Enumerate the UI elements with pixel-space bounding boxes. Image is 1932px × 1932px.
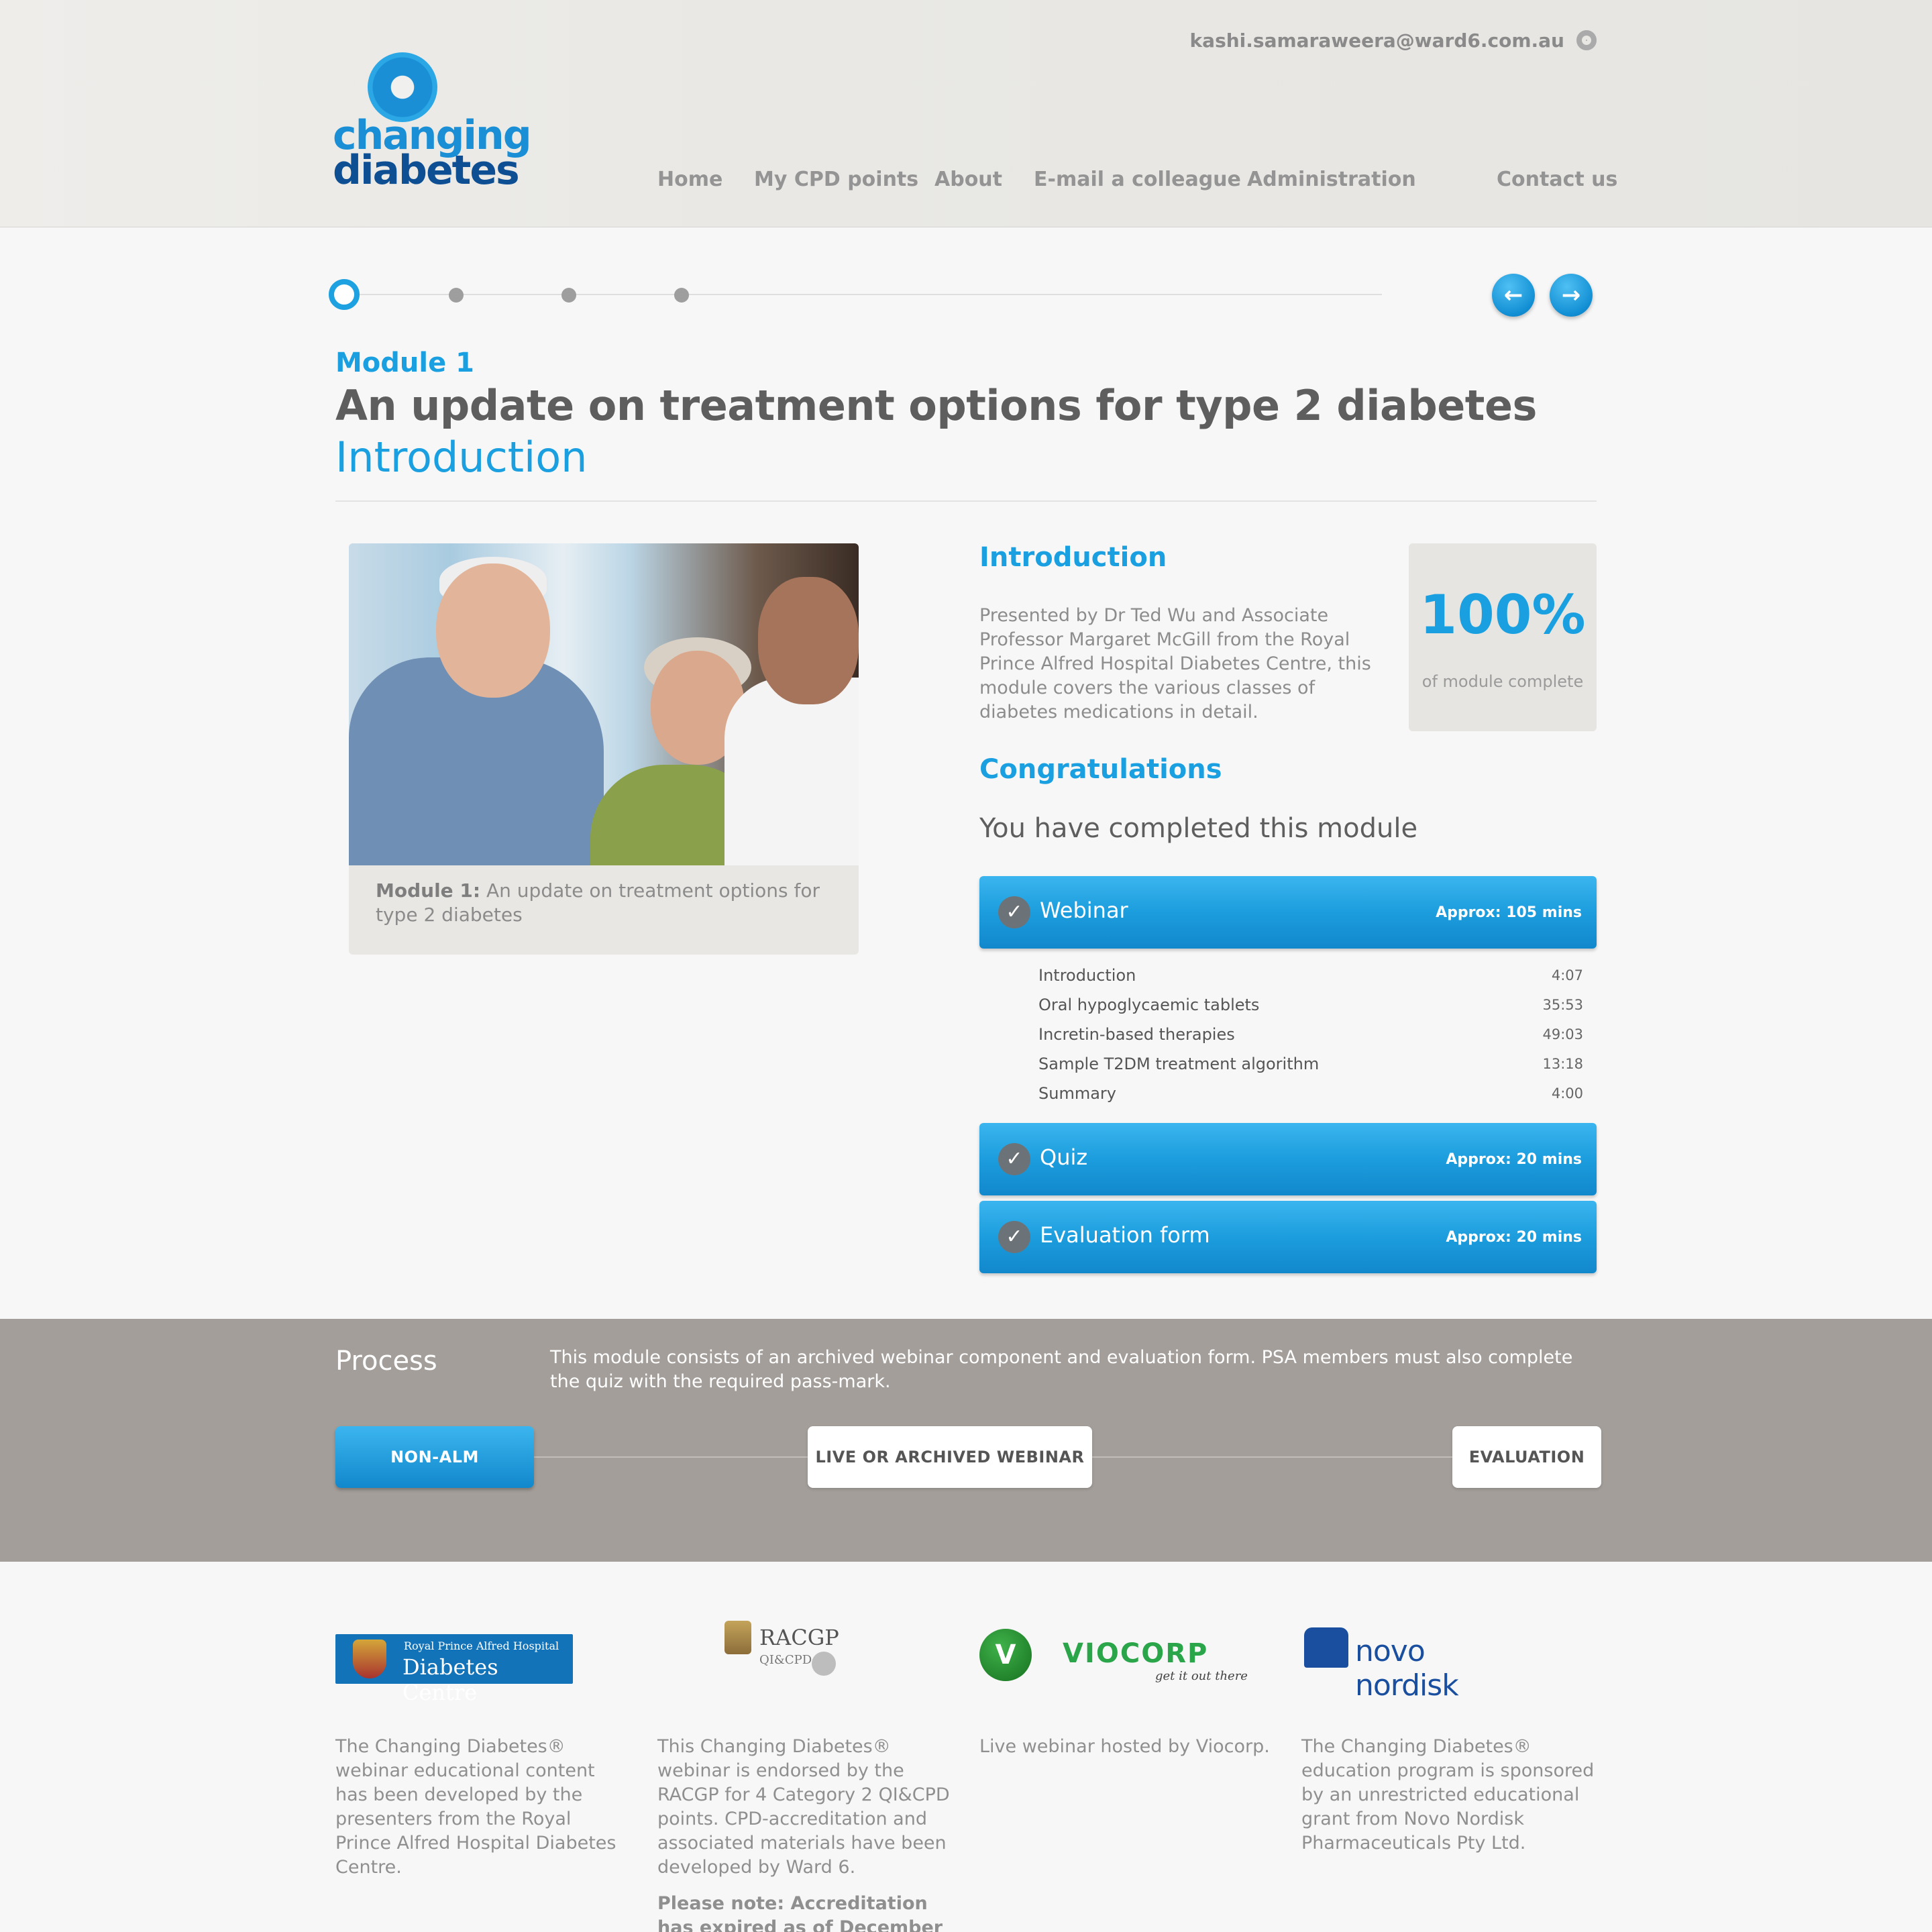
chapter-label: Incretin-based therapies xyxy=(1038,1025,1235,1044)
viocorp-v-icon: V xyxy=(979,1629,1032,1681)
site-header: changing diabetes kashi.samaraweera@ward… xyxy=(0,0,1932,227)
accreditation-note: Please note: Accreditation has expired a… xyxy=(657,1893,943,1932)
novo-nordisk-wordmark: novo nordisk xyxy=(1355,1634,1459,1703)
crest-icon xyxy=(353,1640,386,1678)
chapter-time: 35:53 xyxy=(1542,997,1583,1013)
quiz-time: Approx: 20 mins xyxy=(1446,1151,1582,1168)
title-divider xyxy=(335,500,1597,502)
module-image-card: Module 1: An update on treatment options… xyxy=(349,543,859,955)
footer-text-novo: The Changing Diabetes® education program… xyxy=(1301,1736,1595,1854)
rpa-logo-small: Royal Prince Alfred Hospital xyxy=(404,1640,559,1652)
page-title: An update on treatment options for type … xyxy=(335,381,1537,430)
rpa-logo-big: Diabetes Centre xyxy=(402,1654,498,1705)
process-title: Process xyxy=(335,1346,437,1377)
module-label: Module 1 xyxy=(335,347,474,378)
webinar-bar[interactable]: ✓ Webinar Approx: 105 mins xyxy=(979,876,1597,949)
webinar-chapter-list: Introduction 4:07 Oral hypoglycaemic tab… xyxy=(1038,963,1583,1111)
nav-about[interactable]: About xyxy=(934,168,1002,191)
quiz-bar[interactable]: ✓ Quiz Approx: 20 mins xyxy=(979,1123,1597,1195)
rpa-diabetes-centre-logo[interactable]: Royal Prince Alfred Hospital Diabetes Ce… xyxy=(335,1634,573,1705)
caption-bold: Module 1: xyxy=(376,879,481,902)
chapter-label: Oral hypoglycaemic tablets xyxy=(1038,996,1260,1014)
seal-icon xyxy=(812,1652,836,1676)
step-1-active[interactable] xyxy=(329,279,360,310)
intro-text: Presented by Dr Ted Wu and Associate Pro… xyxy=(979,605,1371,722)
list-item[interactable]: Sample T2DM treatment algorithm 13:18 xyxy=(1038,1052,1583,1081)
crest-icon xyxy=(724,1621,751,1654)
main-nav: Home My CPD points About E-mail a collea… xyxy=(0,168,1932,195)
evaluation-form-bar[interactable]: ✓ Evaluation form Approx: 20 mins xyxy=(979,1201,1597,1273)
check-icon: ✓ xyxy=(998,896,1030,928)
apis-bull-icon xyxy=(1304,1627,1348,1668)
nav-home[interactable]: Home xyxy=(657,168,722,191)
page-subtitle: Introduction xyxy=(335,433,588,482)
process-step-non-alm[interactable]: NON-ALM xyxy=(335,1426,534,1488)
chapter-time: 13:18 xyxy=(1542,1056,1583,1072)
evaluation-form-label: Evaluation form xyxy=(1040,1222,1210,1248)
viocorp-logo[interactable]: V VIOCORP get it out there xyxy=(979,1629,1248,1689)
list-item[interactable]: Introduction 4:07 xyxy=(1038,963,1583,993)
chapter-time: 49:03 xyxy=(1542,1026,1583,1042)
chapter-time: 4:07 xyxy=(1551,967,1583,983)
progress-value: 100% xyxy=(1419,584,1586,646)
completed-text: You have completed this module xyxy=(979,813,1418,844)
chapter-label: Summary xyxy=(1038,1084,1116,1103)
racgp-logo-small: QI&CPD xyxy=(759,1653,812,1667)
list-item[interactable]: Incretin-based therapies 49:03 xyxy=(1038,1022,1583,1052)
image-caption: Module 1: An update on treatment options… xyxy=(376,879,839,927)
footer-text-viocorp: Live webinar hosted by Viocorp. xyxy=(979,1736,1270,1757)
step-4[interactable] xyxy=(674,288,689,303)
viocorp-wordmark: VIOCORP xyxy=(1063,1638,1209,1669)
footer-column-racgp: This Changing Diabetes® webinar is endor… xyxy=(657,1735,953,1932)
check-icon: ✓ xyxy=(998,1221,1030,1253)
process-text: This module consists of an archived webi… xyxy=(550,1347,1573,1392)
step-progress-track xyxy=(345,294,1382,295)
process-section: Process This module consists of an archi… xyxy=(0,1319,1932,1562)
list-item[interactable]: Oral hypoglycaemic tablets 35:53 xyxy=(1038,993,1583,1022)
module-progress-box: 100% of module complete xyxy=(1409,543,1597,731)
footer-text-rpa: The Changing Diabetes® webinar education… xyxy=(335,1736,616,1878)
nav-contact-us[interactable]: Contact us xyxy=(1497,168,1617,191)
nav-administration[interactable]: Administration xyxy=(1247,168,1416,191)
next-arrow-button[interactable]: → xyxy=(1550,274,1593,317)
nav-email-colleague[interactable]: E-mail a colleague xyxy=(1034,168,1241,191)
racgp-logo-big: RACGP xyxy=(759,1625,839,1650)
webinar-time: Approx: 105 mins xyxy=(1436,904,1582,921)
evaluation-form-time: Approx: 20 mins xyxy=(1446,1229,1582,1246)
chapter-label: Sample T2DM treatment algorithm xyxy=(1038,1055,1320,1073)
process-step-webinar[interactable]: LIVE OR ARCHIVED WEBINAR xyxy=(808,1426,1092,1488)
webinar-label: Webinar xyxy=(1040,898,1128,923)
previous-arrow-button[interactable]: ← xyxy=(1492,274,1535,317)
module-photo xyxy=(349,543,859,865)
gear-icon[interactable] xyxy=(1576,30,1597,50)
congrats-heading: Congratulations xyxy=(979,754,1222,785)
process-step-evaluation[interactable]: EVALUATION xyxy=(1452,1426,1601,1488)
step-3[interactable] xyxy=(561,288,576,303)
nav-my-cpd-points[interactable]: My CPD points xyxy=(754,168,918,191)
footer-text-racgp: This Changing Diabetes® webinar is endor… xyxy=(657,1736,950,1878)
user-email-link[interactable]: kashi.samaraweera@ward6.com.au xyxy=(1190,30,1564,52)
viocorp-tagline: get it out there xyxy=(1155,1669,1248,1683)
quiz-label: Quiz xyxy=(1040,1144,1088,1170)
check-icon: ✓ xyxy=(998,1143,1030,1175)
progress-label: of module complete xyxy=(1421,672,1584,691)
intro-heading: Introduction xyxy=(979,542,1167,573)
step-2[interactable] xyxy=(449,288,464,303)
chapter-time: 4:00 xyxy=(1551,1085,1583,1102)
racgp-logo[interactable]: RACGP QI&CPD xyxy=(724,1618,845,1678)
novo-nordisk-logo[interactable]: novo nordisk xyxy=(1301,1623,1516,1703)
list-item[interactable]: Summary 4:00 xyxy=(1038,1081,1583,1111)
chapter-label: Introduction xyxy=(1038,966,1136,985)
